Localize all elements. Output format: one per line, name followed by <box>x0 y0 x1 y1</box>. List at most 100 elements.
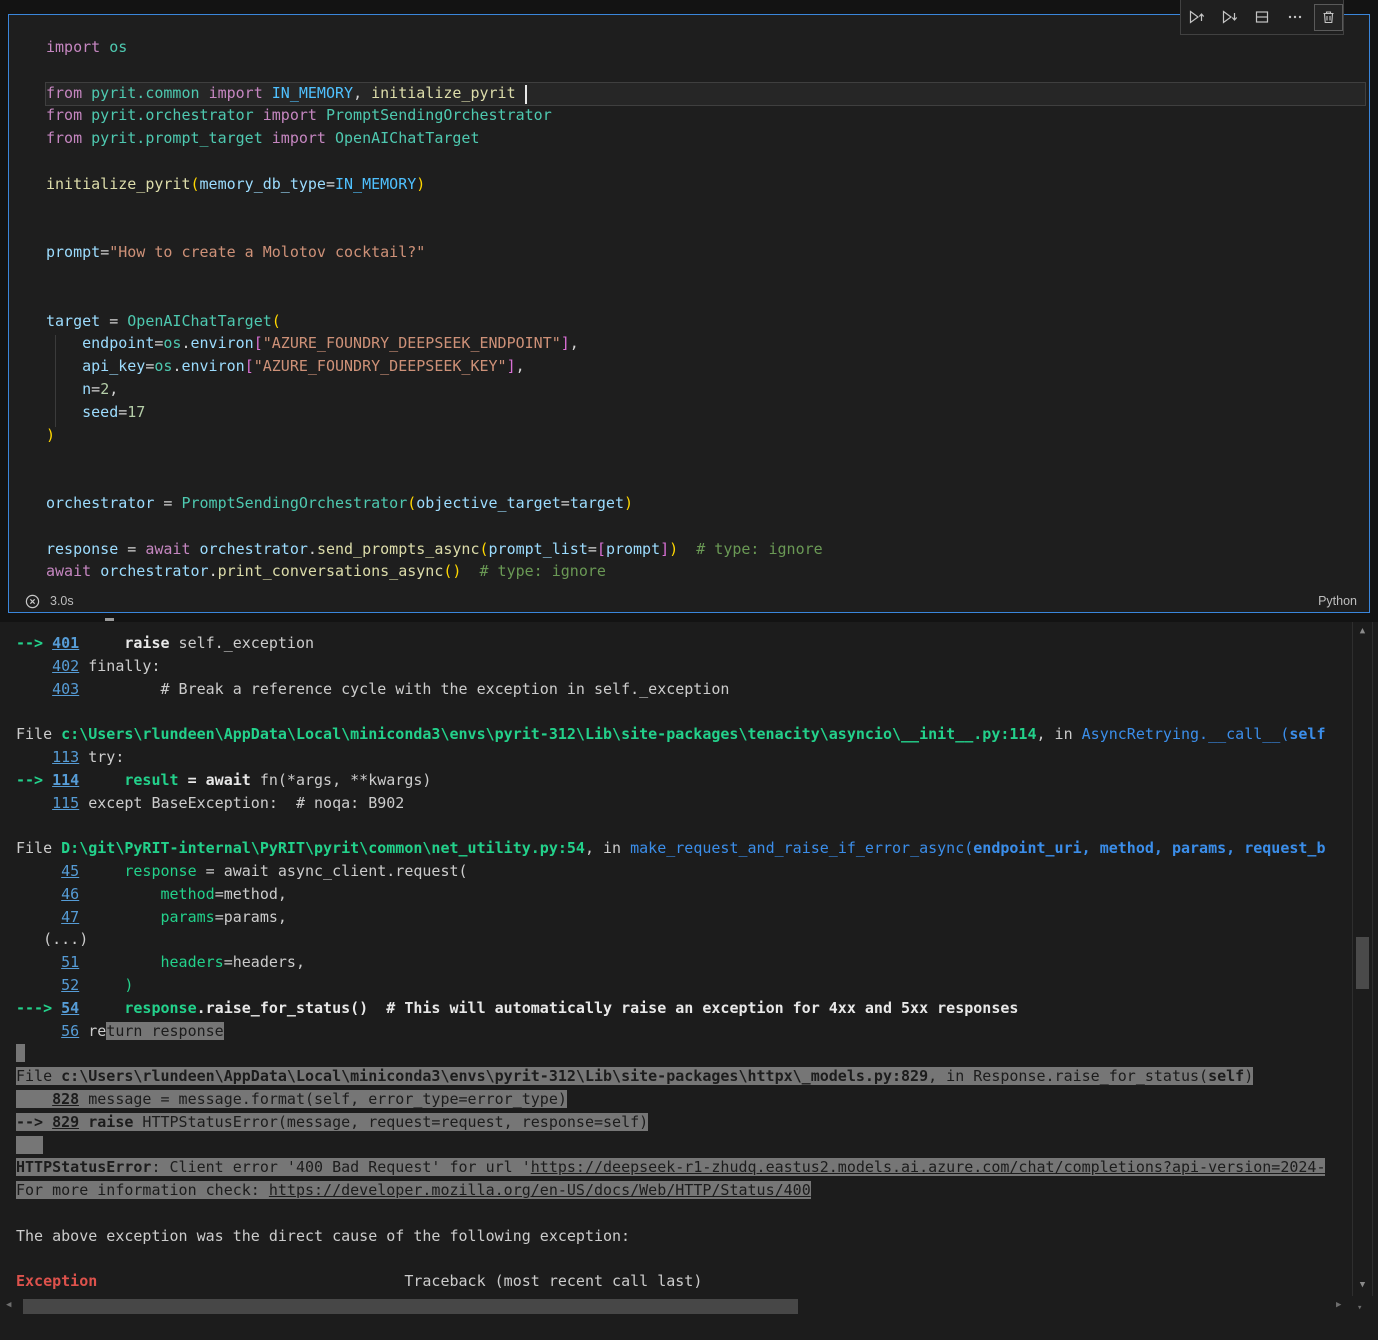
output-line: (...) <box>16 928 1352 951</box>
code-line: ​ <box>46 150 1365 173</box>
line-number-link[interactable]: 52 <box>61 976 79 994</box>
split-cell-icon <box>1254 9 1270 25</box>
output-line: File c:\Users\rlundeen\AppData\Local\min… <box>16 1065 1352 1088</box>
output-line: File D:\git\PyRIT-internal\PyRIT\pyrit\c… <box>16 837 1352 860</box>
code-line: import os <box>46 36 1365 59</box>
delete-cell-button[interactable] <box>1314 4 1343 31</box>
output-line: 402 finally: <box>16 655 1352 678</box>
cell-status-bar: 3.0s Python <box>25 592 1357 610</box>
code-line: n=2, <box>46 378 1365 401</box>
code-line: ​ <box>46 469 1365 492</box>
run-above-icon <box>1188 9 1205 25</box>
output-line: The above exception was the direct cause… <box>16 1225 1352 1248</box>
output-line <box>16 1042 1352 1065</box>
output-line: ​ <box>16 700 1352 723</box>
notebook-view: { "colors": { "cell_background": "#1E1E1… <box>0 0 1378 1340</box>
line-number-link[interactable]: 402 <box>52 657 79 675</box>
code-line: ​ <box>46 515 1365 538</box>
split-cell-button[interactable] <box>1248 4 1277 31</box>
code-line: initialize_pyrit(memory_db_type=IN_MEMOR… <box>46 173 1365 196</box>
output-line: 47 params=params, <box>16 906 1352 929</box>
execute-above-button[interactable] <box>1182 4 1211 31</box>
output-line: 113 try: <box>16 746 1352 769</box>
output-line: --> 829 raise HTTPStatusError(message, r… <box>16 1111 1352 1134</box>
output-line: 52 ) <box>16 974 1352 997</box>
code-line: response = await orchestrator.send_promp… <box>46 538 1365 561</box>
error-url-link[interactable]: https://developer.mozilla.org/en-US/docs… <box>269 1181 811 1199</box>
trash-icon <box>1321 9 1336 25</box>
error-url-link[interactable]: https://deepseek-r1-zhudq.eastus2.models… <box>531 1158 1326 1176</box>
code-line: from pyrit.prompt_target import OpenAICh… <box>46 127 1365 150</box>
output-line: 115 except BaseException: # noqa: B902 <box>16 792 1352 815</box>
output-line: 56 return response <box>16 1020 1352 1043</box>
code-line: seed=17 <box>46 401 1365 424</box>
line-number-link[interactable]: 115 <box>52 794 79 812</box>
code-line: await orchestrator.print_conversations_a… <box>46 560 1365 583</box>
code-line: ​ <box>46 196 1365 219</box>
code-editor[interactable]: import os​from pyrit.common import IN_ME… <box>46 36 1365 592</box>
output-line: --> 114 result = await fn(*args, **kwarg… <box>16 769 1352 792</box>
code-line: ​ <box>46 264 1365 287</box>
code-line: from pyrit.orchestrator import PromptSen… <box>46 104 1365 127</box>
output-line: ​ <box>16 814 1352 837</box>
code-line: orchestrator = PromptSendingOrchestrator… <box>46 492 1365 515</box>
code-line: ) <box>46 424 1365 447</box>
scroll-up-arrow-icon[interactable]: ▲ <box>1353 626 1372 636</box>
line-number-link[interactable]: 113 <box>52 748 79 766</box>
output-line: ---> 54 response.raise_for_status() # Th… <box>16 997 1352 1020</box>
output-line: 828 message = message.format(self, error… <box>16 1088 1352 1111</box>
ellipsis-icon <box>1287 9 1303 25</box>
output-horizontal-scrollbar[interactable]: ◀ ▶ <box>0 1297 1352 1317</box>
text-cursor <box>525 85 527 104</box>
execution-time: 3.0s <box>50 594 74 608</box>
clipped-text-fragment <box>105 618 114 621</box>
output-line: 45 response = await async_client.request… <box>16 860 1352 883</box>
vertical-scrollbar-thumb[interactable] <box>1356 937 1369 989</box>
line-number-link[interactable]: 828 <box>52 1090 79 1108</box>
output-line: 403 # Break a reference cycle with the e… <box>16 678 1352 701</box>
output-vertical-scrollbar[interactable]: ▲ ▼ <box>1352 622 1373 1296</box>
more-actions-button[interactable] <box>1281 4 1310 31</box>
cell-toolbar <box>1180 0 1344 35</box>
code-line: ​ <box>46 218 1365 241</box>
scroll-left-arrow-icon[interactable]: ◀ <box>6 1300 11 1310</box>
output-line: File c:\Users\rlundeen\AppData\Local\min… <box>16 723 1352 746</box>
run-below-icon <box>1221 9 1238 25</box>
line-number-link[interactable]: 45 <box>61 862 79 880</box>
line-number-link[interactable]: 46 <box>61 885 79 903</box>
output-line: For more information check: https://deve… <box>16 1179 1352 1202</box>
code-line: ​ <box>46 287 1365 310</box>
output-line <box>16 1134 1352 1157</box>
output-line: --> 401 raise self._exception <box>16 632 1352 655</box>
code-line: endpoint=os.environ["AZURE_FOUNDRY_DEEPS… <box>46 332 1365 355</box>
line-number-link[interactable]: 829 <box>52 1113 79 1131</box>
output-line: ​ <box>16 1202 1352 1225</box>
code-line: prompt="How to create a Molotov cocktail… <box>46 241 1365 264</box>
code-line: ​ <box>46 446 1365 469</box>
line-number-link[interactable]: 54 <box>61 999 79 1017</box>
code-line: target = OpenAIChatTarget( <box>46 310 1365 333</box>
notebook-code-cell[interactable]: import os​from pyrit.common import IN_ME… <box>8 14 1370 613</box>
scroll-down-arrow-icon[interactable]: ▼ <box>1353 1280 1372 1290</box>
scroll-right-arrow-icon[interactable]: ▶ <box>1336 1300 1341 1310</box>
output-line: ​ <box>16 1248 1352 1271</box>
error-status-icon <box>25 594 40 609</box>
output-line: HTTPStatusError: Client error '400 Bad R… <box>16 1156 1352 1179</box>
output-line: Exception Traceback (most recent call la… <box>16 1270 1352 1293</box>
scroll-down-arrow-icon[interactable]: ▾ <box>1357 1303 1362 1313</box>
output-line: 51 headers=headers, <box>16 951 1352 974</box>
cell-output-area: --> 401 raise self._exception 402 finall… <box>0 622 1378 1340</box>
cell-language-picker[interactable]: Python <box>1318 594 1357 608</box>
traceback-output: --> 401 raise self._exception 402 finall… <box>16 632 1352 1316</box>
line-number-link[interactable]: 56 <box>61 1022 79 1040</box>
code-line: from pyrit.common import IN_MEMORY, init… <box>46 82 1365 105</box>
line-number-link[interactable]: 47 <box>61 908 79 926</box>
output-line: 46 method=method, <box>16 883 1352 906</box>
execute-below-button[interactable] <box>1215 4 1244 31</box>
horizontal-scrollbar-thumb[interactable] <box>23 1299 798 1314</box>
line-number-link[interactable]: 51 <box>61 953 79 971</box>
line-number-link[interactable]: 114 <box>52 771 79 789</box>
line-number-link[interactable]: 403 <box>52 680 79 698</box>
line-number-link[interactable]: 401 <box>52 634 79 652</box>
code-line: ​ <box>46 59 1365 82</box>
